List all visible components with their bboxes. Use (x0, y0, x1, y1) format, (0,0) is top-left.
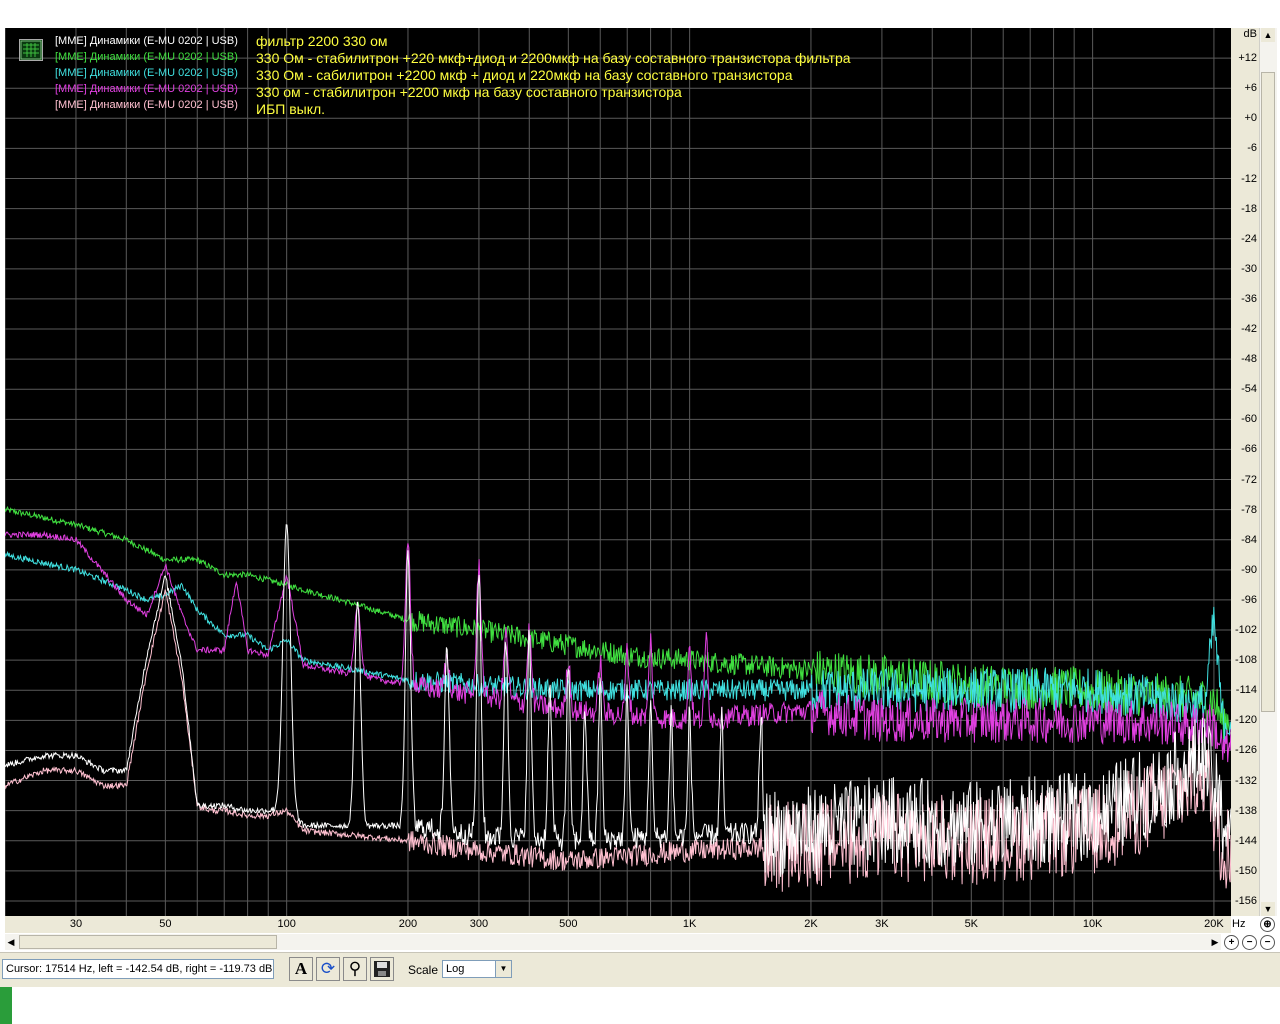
x-tick-label: 50 (159, 918, 172, 930)
magnifier-icon[interactable]: ⚲ (343, 957, 367, 981)
cursor-readout: Cursor: 17514 Hz, left = -142.54 dB, rig… (2, 959, 274, 979)
y-tick-label: -6 (1247, 142, 1257, 155)
y-tick-label: -30 (1241, 262, 1257, 275)
zoom-out-icon[interactable]: − (1242, 935, 1257, 950)
y-tick-label: -12 (1241, 172, 1257, 185)
y-tick-label: -36 (1241, 292, 1257, 305)
y-tick-label: -96 (1241, 593, 1257, 606)
legend-description-5: ИБП выкл. (256, 101, 326, 117)
y-tick-label: -132 (1234, 774, 1257, 787)
y-tick-label: -126 (1234, 744, 1257, 757)
y-tick-label: -90 (1241, 563, 1257, 576)
y-tick-label: -84 (1241, 533, 1257, 546)
refresh-icon[interactable]: ⟳ (316, 957, 340, 981)
chevron-down-icon[interactable]: ▼ (495, 961, 511, 977)
legend-device-2: [MME] Динамики (E-MU 0202 | USB) (55, 51, 238, 63)
y-tick-label: -120 (1234, 714, 1257, 727)
x-tick-label: 20K (1204, 918, 1224, 930)
scale-label: Scale (408, 963, 439, 977)
x-tick-label: 100 (277, 918, 296, 930)
y-axis: dB +12 +6 +0 -6 -12 -18 -24 -30 -36 -42 -48 -54 -60 -… (1231, 28, 1259, 916)
legend-description-3: 330 Ом - сабилитрон +2200 мкф + диод и 2… (256, 67, 793, 83)
y-tick-label: -24 (1241, 232, 1257, 245)
top-bar (0, 0, 1280, 27)
x-tick-label: 3K (875, 918, 889, 930)
x-tick-label: 1K (682, 918, 697, 930)
y-tick-label: -108 (1234, 654, 1257, 667)
scale-select-value: Log (446, 963, 465, 975)
status-bar: Cursor: 17514 Hz, left = -142.54 dB, rig… (0, 952, 1280, 987)
save-icon[interactable] (370, 957, 394, 981)
y-tick-label: -150 (1234, 864, 1257, 877)
x-tick-label: 5K (964, 918, 979, 930)
x-tick-label: 10K (1082, 918, 1103, 930)
y-tick-label: -42 (1241, 323, 1257, 336)
y-tick-label: -60 (1241, 413, 1257, 426)
legend-device-1: [MME] Динамики (E-MU 0202 | USB) (55, 35, 238, 47)
zoom-reset-icon[interactable]: − (1260, 935, 1275, 950)
legend-device-3: [MME] Динамики (E-MU 0202 | USB) (55, 67, 238, 79)
zoom-fit-icon[interactable]: ⊕ (1260, 917, 1275, 932)
y-tick-label: -114 (1235, 684, 1257, 697)
series-line-2 (5, 550, 1231, 743)
x-axis-unit: Hz (1232, 918, 1246, 930)
scroll-left-icon[interactable]: ◀ (5, 934, 17, 950)
y-tick-label: +12 (1238, 52, 1257, 65)
y-tick-label: -66 (1241, 443, 1257, 456)
scroll-up-icon[interactable]: ▲ (1261, 28, 1275, 42)
y-tick-label: +0 (1244, 112, 1257, 125)
spectrum-chart (5, 28, 1231, 916)
spectrum-plot[interactable]: [MME] Динамики (E-MU 0202 | USB) [MME] Д… (5, 28, 1231, 916)
x-tick-label: 2K (804, 918, 818, 930)
horizontal-scroll-thumb[interactable] (19, 935, 277, 949)
zoom-in-icon[interactable]: + (1224, 935, 1239, 950)
y-tick-label: -78 (1241, 503, 1257, 516)
spectrum-icon[interactable] (19, 39, 43, 61)
y-tick-label: -156 (1234, 894, 1257, 907)
scroll-down-icon[interactable]: ▼ (1261, 902, 1275, 916)
legend-device-5: [MME] Динамики (E-MU 0202 | USB) (55, 99, 238, 111)
font-icon[interactable]: A (289, 957, 313, 981)
legend-device-4: [MME] Динамики (E-MU 0202 | USB) (55, 83, 238, 95)
legend-description-4: 330 ом - стабилитрон +2200 мкф на базу с… (256, 84, 682, 100)
spectrum-analyzer-window: [MME] Динамики (E-MU 0202 | USB) [MME] Д… (0, 0, 1280, 1024)
x-axis: 30 50 100 200 300 500 1K 2K 3K 5K 10K 20K (5, 916, 1231, 933)
y-tick-label: -54 (1241, 383, 1257, 396)
vertical-scrollbar[interactable]: ▲ ▼ (1259, 28, 1277, 916)
taskbar-edge (0, 987, 12, 1024)
y-tick-label: -48 (1241, 353, 1257, 366)
legend-description-1: фильтр 2200 330 ом (256, 33, 388, 49)
horizontal-scrollbar[interactable]: ◀ ▶ (5, 934, 1221, 950)
bottom-strip (0, 987, 1280, 1024)
y-tick-label: -18 (1241, 202, 1257, 215)
x-tick-label: 500 (559, 918, 578, 930)
y-tick-label: -72 (1241, 473, 1257, 486)
y-tick-label: -138 (1234, 804, 1257, 817)
y-tick-label: +6 (1244, 82, 1257, 95)
x-tick-label: 200 (398, 918, 418, 930)
legend-description-2: 330 Ом - стабилитрон +220 мкф+диод и 220… (256, 50, 851, 66)
y-tick-label: -102 (1234, 624, 1257, 637)
series-line-4 (5, 589, 1231, 892)
vertical-scroll-thumb[interactable] (1261, 72, 1275, 712)
scroll-right-icon[interactable]: ▶ (1209, 934, 1221, 950)
scale-select[interactable]: Log ▼ (442, 960, 512, 978)
y-axis-unit: dB (1243, 28, 1257, 40)
y-tick-label: -144 (1234, 834, 1257, 847)
x-tick-label: 300 (469, 918, 489, 930)
x-tick-label: 30 (69, 918, 83, 930)
